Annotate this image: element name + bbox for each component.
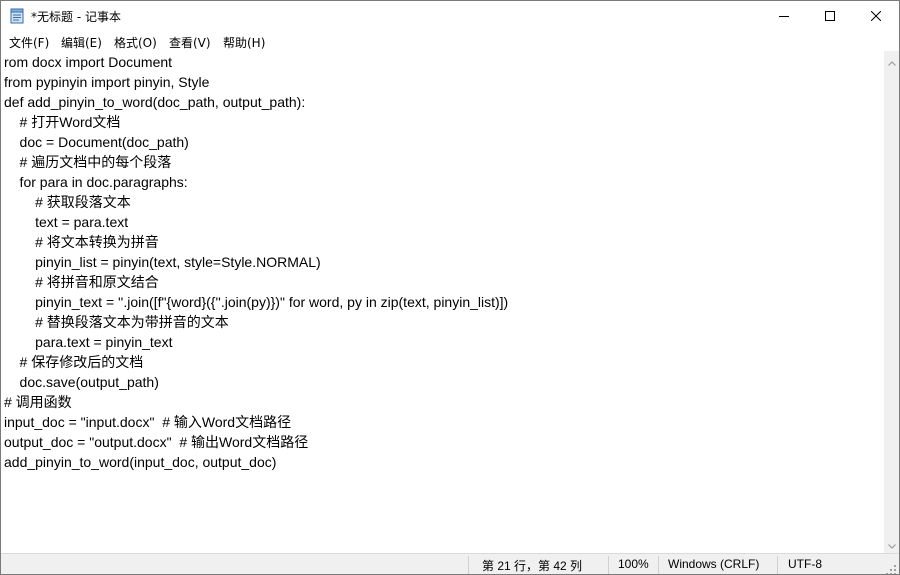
resize-grip-icon[interactable] xyxy=(885,561,897,574)
editor-line: input_doc = "input.docx" # 输入Word文档路径 xyxy=(4,414,292,430)
editor-line: from pypinyin import pinyin, Style xyxy=(4,74,210,90)
notepad-icon xyxy=(10,8,24,24)
line-ending: Windows (CRLF) xyxy=(668,557,760,571)
chevron-up-icon xyxy=(887,51,896,70)
editor-line: para.text = pinyin_text xyxy=(4,334,173,350)
scroll-up-button[interactable] xyxy=(884,53,899,68)
menu-bar: 文件(F) 编辑(E) 格式(O) 查看(V) 帮助(H) xyxy=(1,31,899,51)
editor-line: for para in doc.paragraphs: xyxy=(4,174,188,190)
editor-line: doc.save(output_path) xyxy=(4,374,159,390)
window-title: *无标题 - 记事本 xyxy=(31,10,121,24)
minimize-button[interactable] xyxy=(761,1,807,31)
editor-line: # 将文本转换为拼音 xyxy=(4,234,159,250)
text-editor[interactable]: rom docx import Document from pypinyin i… xyxy=(1,51,884,553)
editor-line: # 打开Word文档 xyxy=(4,114,121,130)
status-divider xyxy=(658,556,659,574)
editor-line: # 遍历文档中的每个段落 xyxy=(4,154,172,170)
menu-help[interactable]: 帮助(H) xyxy=(223,34,265,51)
editor-line: # 调用函数 xyxy=(4,394,72,410)
editor-line: # 获取段落文本 xyxy=(4,194,131,210)
notepad-window: *无标题 - 记事本 文件(F) 编辑(E) 格式(O) 查看(V) 帮助(H)… xyxy=(0,0,900,575)
editor-line: # 将拼音和原文结合 xyxy=(4,274,159,290)
cursor-position: 第 21 行，第 42 列 xyxy=(482,559,583,573)
menu-edit[interactable]: 编辑(E) xyxy=(61,34,102,51)
close-icon xyxy=(871,11,881,21)
maximize-icon xyxy=(825,11,835,21)
maximize-button[interactable] xyxy=(807,1,853,31)
status-divider xyxy=(777,556,778,574)
scroll-down-button[interactable] xyxy=(884,536,899,551)
editor-line: add_pinyin_to_word(input_doc, output_doc… xyxy=(4,454,277,470)
status-bar: 第 21 行，第 42 列 100% Windows (CRLF) UTF-8 xyxy=(1,553,899,574)
editor-line: def add_pinyin_to_word(doc_path, output_… xyxy=(4,94,306,110)
status-divider xyxy=(608,556,609,574)
chevron-down-icon xyxy=(887,534,896,553)
minimize-icon xyxy=(779,11,789,21)
status-divider xyxy=(468,556,469,574)
editor-line: pinyin_list = pinyin(text, style=Style.N… xyxy=(4,254,321,270)
vertical-scrollbar[interactable] xyxy=(884,51,899,553)
editor-line: # 替换段落文本为带拼音的文本 xyxy=(4,314,229,330)
menu-file[interactable]: 文件(F) xyxy=(9,34,49,51)
editor-line: pinyin_text = ''.join([f"{word}({''.join… xyxy=(4,294,509,310)
zoom-level: 100% xyxy=(618,557,649,571)
menu-view[interactable]: 查看(V) xyxy=(169,34,211,51)
editor-line: doc = Document(doc_path) xyxy=(4,134,189,150)
title-bar[interactable]: *无标题 - 记事本 xyxy=(1,1,899,31)
editor-line: text = para.text xyxy=(4,214,129,230)
menu-format[interactable]: 格式(O) xyxy=(114,34,157,51)
editor-line: rom docx import Document xyxy=(4,54,173,70)
editor-line: # 保存修改后的文档 xyxy=(4,354,144,370)
close-button[interactable] xyxy=(853,1,899,31)
encoding: UTF-8 xyxy=(788,557,822,571)
editor-line: output_doc = "output.docx" # 输出Word文档路径 xyxy=(4,434,309,450)
